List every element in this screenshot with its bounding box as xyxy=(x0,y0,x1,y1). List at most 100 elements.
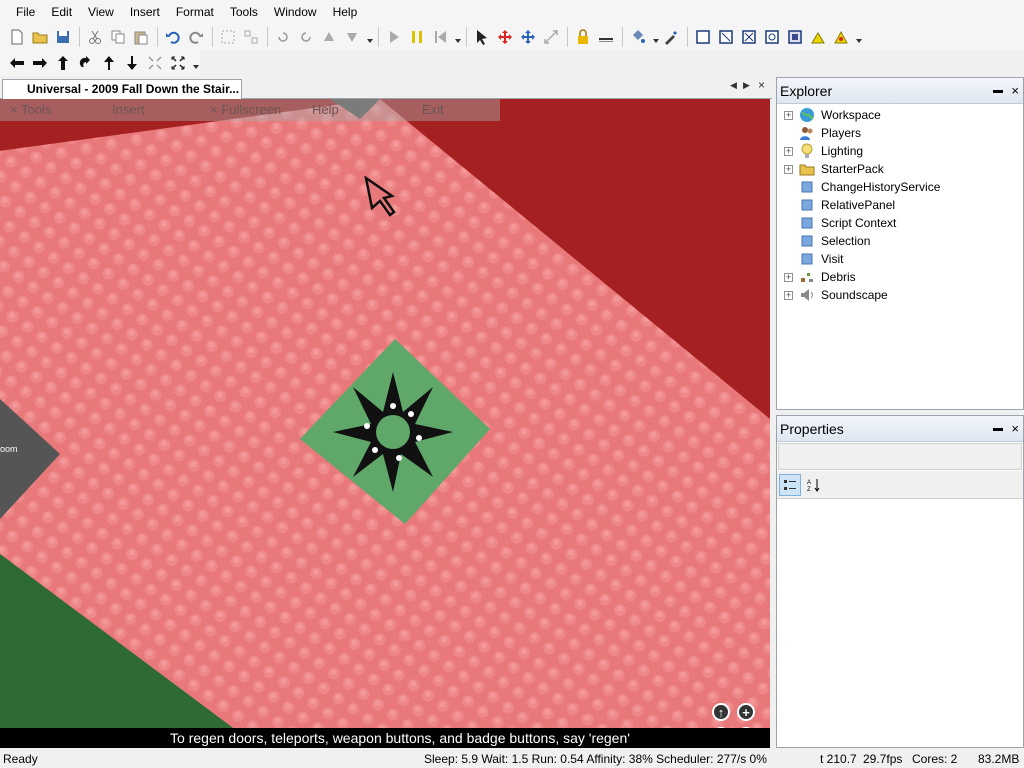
tree-item-starterpack[interactable]: + StarterPack xyxy=(777,160,1023,178)
toolbar-overflow-icon[interactable] xyxy=(366,29,374,45)
tilt-camera-up-icon[interactable] xyxy=(98,52,120,74)
properties-object-field[interactable] xyxy=(778,443,1022,470)
expand-icon[interactable]: + xyxy=(784,110,793,120)
lock-icon[interactable] xyxy=(572,26,594,48)
pin-icon[interactable]: ▬ xyxy=(993,416,1003,442)
tree-item-soundscape[interactable]: + Soundscape xyxy=(777,286,1023,304)
save-icon[interactable] xyxy=(52,26,74,48)
paste-icon[interactable] xyxy=(130,26,152,48)
tilt-up-icon[interactable] xyxy=(318,26,340,48)
tree-item-workspace[interactable]: + Workspace xyxy=(777,106,1023,124)
move-icon[interactable] xyxy=(494,26,516,48)
expand-icon[interactable]: + xyxy=(784,290,793,300)
tilt-camera-down-icon[interactable] xyxy=(121,52,143,74)
tilt-down-icon[interactable] xyxy=(341,26,363,48)
game-fullscreen-button[interactable]: × Fullscreen xyxy=(210,102,281,117)
select-icon[interactable] xyxy=(471,26,493,48)
sort-alphabetical-icon[interactable]: AZ xyxy=(803,474,825,496)
redo-icon[interactable] xyxy=(185,26,207,48)
toolbar-separator xyxy=(212,27,213,47)
tree-item-script-context[interactable]: Script Context xyxy=(777,214,1023,232)
menu-help[interactable]: Help xyxy=(325,0,366,24)
menu-view[interactable]: View xyxy=(80,0,122,24)
undo-icon[interactable] xyxy=(162,26,184,48)
open-icon[interactable] xyxy=(29,26,51,48)
rotate-right-icon[interactable] xyxy=(295,26,317,48)
toolbar-overflow-icon[interactable] xyxy=(855,29,863,45)
game-exit-button[interactable]: Exit xyxy=(422,102,444,117)
inlet-icon[interactable] xyxy=(784,26,806,48)
toolbar-separator xyxy=(466,27,467,47)
expand-icon[interactable]: + xyxy=(784,272,793,282)
group-icon[interactable] xyxy=(217,26,239,48)
properties-panel: Properties ▬ × AZ xyxy=(776,415,1024,748)
categorized-icon[interactable] xyxy=(779,473,801,496)
explorer-tree: + Workspace Players + Lighting + Starter… xyxy=(777,104,1023,304)
tree-label: ChangeHistoryService xyxy=(821,180,941,194)
tree-item-lighting[interactable]: + Lighting xyxy=(777,142,1023,160)
pan-up-icon[interactable] xyxy=(52,52,74,74)
close-icon[interactable]: × xyxy=(1011,78,1019,104)
menu-file[interactable]: File xyxy=(8,0,43,24)
stop-icon[interactable] xyxy=(429,26,451,48)
document-tab[interactable]: Universal - 2009 Fall Down the Stair... xyxy=(2,79,242,100)
expand-icon[interactable]: + xyxy=(784,164,793,174)
zoom-extents-icon[interactable] xyxy=(144,52,166,74)
dropper-icon[interactable] xyxy=(660,26,682,48)
tab-scroll-right-icon[interactable]: ▶ xyxy=(743,80,750,91)
explorer-panel: Explorer ▬ × + Workspace Players + Light… xyxy=(776,77,1024,410)
menu-window[interactable]: Window xyxy=(266,0,325,24)
service-icon xyxy=(799,233,815,249)
expand-icon[interactable]: + xyxy=(784,146,793,156)
pan-right-icon[interactable] xyxy=(29,52,51,74)
ungroup-icon[interactable] xyxy=(240,26,262,48)
tree-item-debris[interactable]: + Debris xyxy=(777,268,1023,286)
anchor-icon[interactable] xyxy=(595,26,617,48)
toolbar-overflow-icon[interactable] xyxy=(192,55,200,71)
tree-item-changehistoryservice[interactable]: ChangeHistoryService xyxy=(777,178,1023,196)
copy-icon[interactable] xyxy=(107,26,129,48)
menu-edit[interactable]: Edit xyxy=(43,0,80,24)
motor-icon[interactable] xyxy=(830,26,852,48)
close-icon[interactable]: × xyxy=(1011,416,1019,442)
speaker-icon xyxy=(799,287,815,303)
toolbar-overflow-icon[interactable] xyxy=(454,29,462,45)
pan-left-icon[interactable] xyxy=(6,52,28,74)
document-tabstrip: Universal - 2009 Fall Down the Stair... … xyxy=(0,77,772,100)
toolbar-separator xyxy=(267,27,268,47)
rotate-left-icon[interactable] xyxy=(272,26,294,48)
rotate-camera-icon[interactable] xyxy=(75,52,97,74)
status-time: t 210.7 xyxy=(820,752,857,766)
tab-scroll-left-icon[interactable]: ◀ xyxy=(730,80,737,91)
new-icon[interactable] xyxy=(6,26,28,48)
box-icon[interactable] xyxy=(692,26,714,48)
pin-icon[interactable]: ▬ xyxy=(993,78,1003,104)
zoom-in-button[interactable]: + xyxy=(737,703,755,721)
camera-up-button[interactable]: ↑ xyxy=(712,703,730,721)
fill-icon[interactable] xyxy=(627,26,649,48)
menu-format[interactable]: Format xyxy=(168,0,222,24)
weld-icon[interactable] xyxy=(715,26,737,48)
globe-icon xyxy=(799,107,815,123)
glue-icon[interactable] xyxy=(738,26,760,48)
tab-close-icon[interactable]: × xyxy=(758,78,765,92)
drag-icon[interactable] xyxy=(517,26,539,48)
stud-icon[interactable] xyxy=(761,26,783,48)
fit-view-icon[interactable] xyxy=(167,52,189,74)
game-help-button[interactable]: Help xyxy=(312,102,339,117)
toolbar-overflow-icon[interactable] xyxy=(652,29,660,45)
play-icon[interactable] xyxy=(383,26,405,48)
menu-insert[interactable]: Insert xyxy=(122,0,168,24)
resize-icon[interactable] xyxy=(540,26,562,48)
tree-item-relativepanel[interactable]: RelativePanel xyxy=(777,196,1023,214)
menu-tools[interactable]: Tools xyxy=(222,0,266,24)
pause-icon[interactable] xyxy=(406,26,428,48)
tree-item-players[interactable]: Players xyxy=(777,124,1023,142)
cut-icon[interactable] xyxy=(84,26,106,48)
game-viewport[interactable]: × Tools Insert × Fullscreen Help Exit oo… xyxy=(0,99,770,748)
game-tools-button[interactable]: × Tools xyxy=(10,102,51,117)
game-insert-button[interactable]: Insert xyxy=(112,102,145,117)
tree-item-visit[interactable]: Visit xyxy=(777,250,1023,268)
hinge-icon[interactable] xyxy=(807,26,829,48)
tree-item-selection[interactable]: Selection xyxy=(777,232,1023,250)
